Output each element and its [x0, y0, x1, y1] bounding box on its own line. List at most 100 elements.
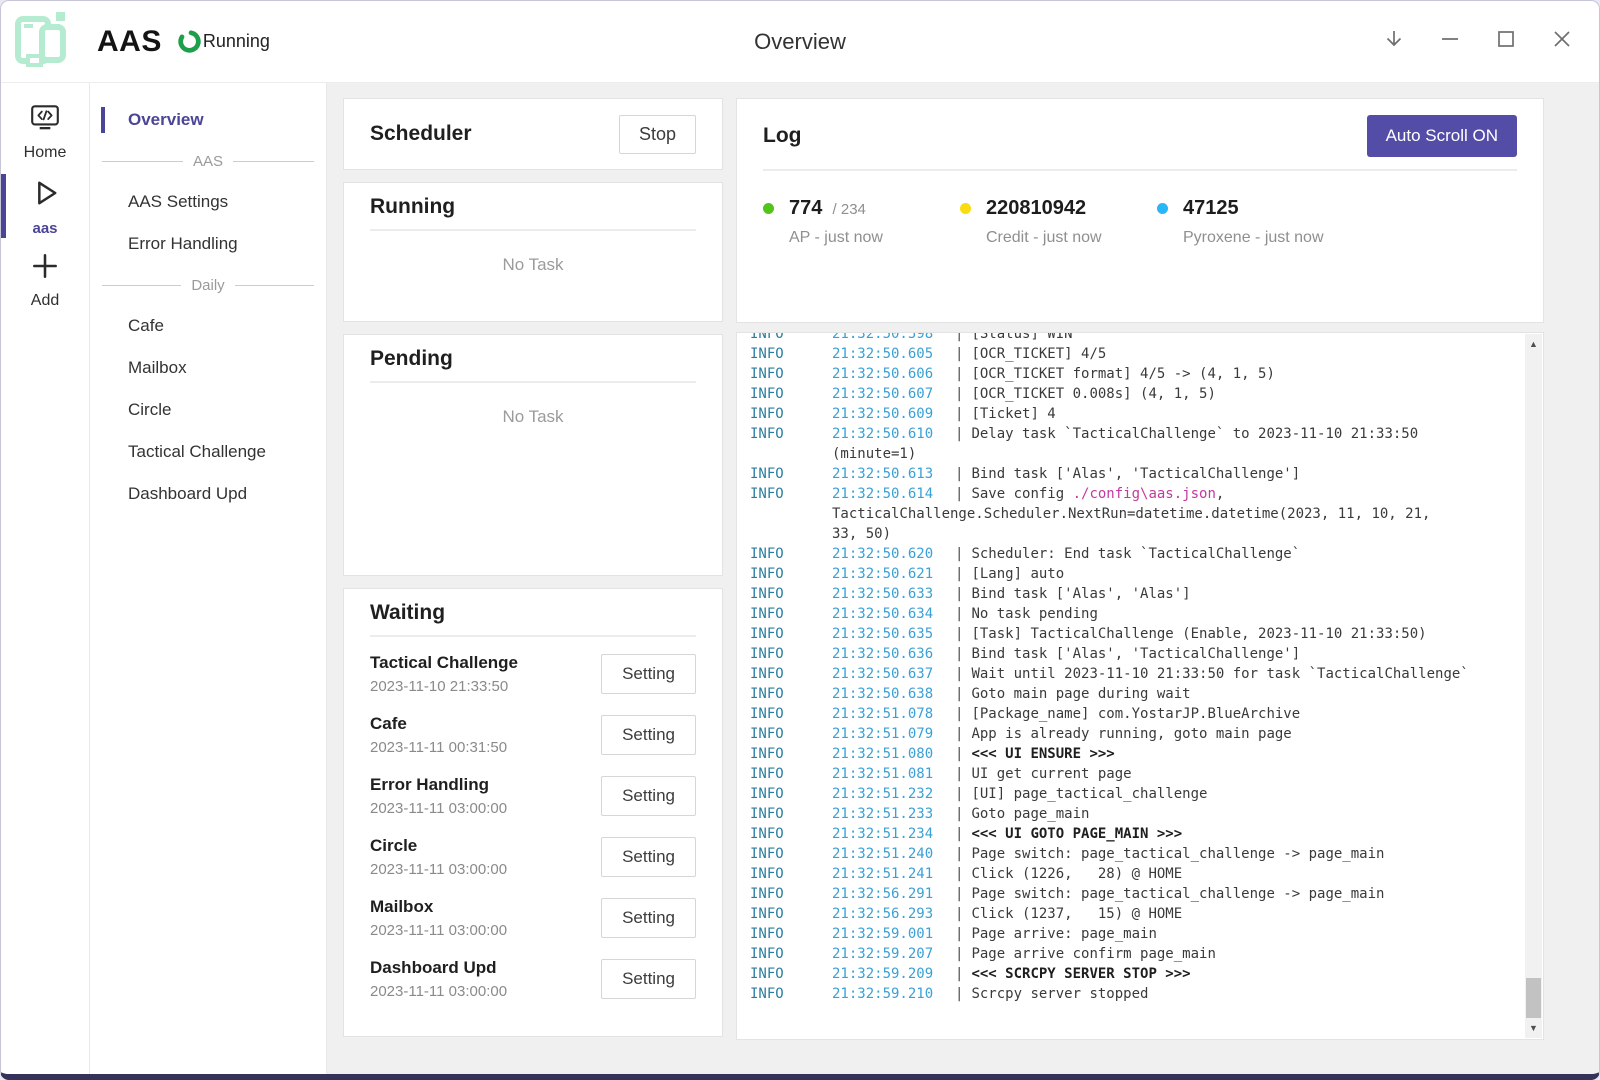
scheduler-title: Scheduler: [370, 122, 472, 146]
log-message: Delay task `TacticalChallenge` to 2023-1…: [971, 424, 1418, 444]
sidebar-item-circle[interactable]: Circle: [90, 389, 326, 431]
scrollbar-down-icon[interactable]: ▼: [1525, 1020, 1542, 1036]
log-level: INFO: [750, 604, 832, 624]
log-separator: |: [955, 864, 963, 884]
stat-dot: [960, 203, 971, 214]
waiting-task-row: Circle2023-11-11 03:00:00Setting: [370, 826, 696, 887]
log-line: INFO21:32:50.620|Scheduler: End task `Ta…: [750, 544, 1525, 564]
log-line: INFO21:32:50.605|[OCR_TICKET] 4/5: [750, 344, 1525, 364]
log-separator: |: [955, 332, 963, 344]
log-message: Scrcpy server stopped: [971, 984, 1148, 1004]
resource-stat: 47125Pyroxene - just now: [1157, 197, 1354, 247]
task-setting-button[interactable]: Setting: [601, 715, 696, 755]
close-button[interactable]: [1545, 25, 1579, 59]
sidebar-item-aas-settings[interactable]: AAS Settings: [90, 181, 326, 223]
home-icon: [29, 102, 61, 139]
sidebar-item-label: Mailbox: [128, 358, 187, 378]
minimize-button[interactable]: [1433, 25, 1467, 59]
sidebar-item-error-handling[interactable]: Error Handling: [90, 223, 326, 265]
log-separator: |: [955, 884, 963, 904]
log-message: [UI] page_tactical_challenge: [971, 784, 1207, 804]
resource-stat: 220810942Credit - just now: [960, 197, 1157, 247]
log-timestamp: 21:32:50.638: [832, 684, 955, 704]
title-bar: AAS Running Overview: [1, 1, 1599, 83]
update-button[interactable]: [1377, 25, 1411, 59]
log-message: Page switch: page_tactical_challenge -> …: [971, 844, 1384, 864]
log-line: INFO21:32:51.233|Goto page_main: [750, 804, 1525, 824]
log-line: INFO21:32:50.606|[OCR_TICKET format] 4/5…: [750, 364, 1525, 384]
waiting-task-row: Error Handling2023-11-11 03:00:00 Setting: [370, 765, 696, 826]
divider: [370, 635, 696, 637]
rail-item-home[interactable]: Home: [1, 95, 89, 169]
sidebar-item-dashboard-upd[interactable]: Dashboard Upd: [90, 473, 326, 515]
log-message: <<< SCRCPY SERVER STOP >>>: [971, 964, 1190, 984]
sidebar-item-mailbox[interactable]: Mailbox: [90, 347, 326, 389]
running-empty-text: No Task: [370, 255, 696, 275]
log-timestamp: 21:32:50.613: [832, 464, 955, 484]
log-line: INFO21:32:50.635|[Task] TacticalChalleng…: [750, 624, 1525, 644]
sidebar-item-label: Overview: [128, 110, 204, 130]
log-line: INFO21:32:50.614|Save config ./config\aa…: [750, 484, 1525, 504]
sidebar-section-label: AAS: [193, 153, 223, 170]
waiting-title: Waiting: [370, 601, 696, 625]
scheduler-status: Running: [176, 28, 270, 55]
log-level: INFO: [750, 884, 832, 904]
log-scrollbar[interactable]: ▲ ▼: [1525, 334, 1542, 1038]
stat-value: 774 / 234: [789, 197, 866, 220]
log-timestamp: 21:32:50.634: [832, 604, 955, 624]
task-setting-button[interactable]: Setting: [601, 959, 696, 999]
log-separator: |: [955, 364, 963, 384]
log-timestamp: 21:32:56.291: [832, 884, 955, 904]
scheduler-stop-button[interactable]: Stop: [619, 115, 696, 154]
log-timestamp: 21:32:50.636: [832, 644, 955, 664]
rail-item-label: aas: [32, 220, 57, 237]
nav-rail: Home aas Add: [1, 83, 90, 1074]
sidebar-item-tactical-challenge[interactable]: Tactical Challenge: [90, 431, 326, 473]
log-line: INFO21:32:59.210|Scrcpy server stopped: [750, 984, 1525, 1004]
log-timestamp: 21:32:51.232: [832, 784, 955, 804]
maximize-button[interactable]: [1489, 25, 1523, 59]
log-line: INFO21:32:50.637|Wait until 2023-11-10 2…: [750, 664, 1525, 684]
task-setting-button[interactable]: Setting: [601, 776, 696, 816]
task-info: Error Handling2023-11-11 03:00:00: [370, 775, 507, 817]
scrollbar-thumb[interactable]: [1526, 978, 1541, 1018]
log-console[interactable]: INFO21:32:50.598|[Status] WININFO21:32:5…: [736, 332, 1544, 1040]
task-setting-button[interactable]: Setting: [601, 654, 696, 694]
log-line: INFO21:32:51.234|<<< UI GOTO PAGE_MAIN >…: [750, 824, 1525, 844]
scrollbar-up-icon[interactable]: ▲: [1525, 336, 1542, 352]
arrow-down-icon: [1382, 27, 1406, 56]
auto-scroll-toggle[interactable]: Auto Scroll ON: [1367, 115, 1517, 157]
log-level: INFO: [750, 564, 832, 584]
log-line: INFO21:32:59.209|<<< SCRCPY SERVER STOP …: [750, 964, 1525, 984]
stat-value-row: 220810942: [960, 197, 1157, 220]
log-message: TacticalChallenge.Scheduler.NextRun=date…: [832, 504, 1430, 524]
log-separator: |: [955, 404, 963, 424]
task-setting-button[interactable]: Setting: [601, 898, 696, 938]
log-line: INFO21:32:50.636|Bind task ['Alas', 'Tac…: [750, 644, 1525, 664]
log-timestamp: 21:32:50.606: [832, 364, 955, 384]
stat-value: 220810942: [986, 197, 1086, 220]
sidebar-section-divider: Daily: [90, 265, 326, 305]
task-info: Cafe2023-11-11 00:31:50: [370, 714, 507, 756]
log-line: INFO21:32:56.293|Click (1237, 15) @ HOME: [750, 904, 1525, 924]
rail-item-add[interactable]: Add: [1, 243, 89, 317]
task-setting-button[interactable]: Setting: [601, 837, 696, 877]
log-message: [Task] TacticalChallenge (Enable, 2023-1…: [971, 624, 1426, 644]
log-separator: |: [955, 704, 963, 724]
log-separator: |: [955, 804, 963, 824]
log-timestamp: 21:32:51.079: [832, 724, 955, 744]
log-message: [Status] WIN: [971, 332, 1072, 344]
log-message: Page arrive confirm page_main: [971, 944, 1215, 964]
log-timestamp: 21:32:50.635: [832, 624, 955, 644]
task-next-run: 2023-11-11 03:00:00: [370, 800, 507, 817]
selected-indicator: [101, 107, 105, 133]
sidebar-item-cafe[interactable]: Cafe: [90, 305, 326, 347]
sidebar-section-label: Daily: [191, 277, 224, 294]
log-level: INFO: [750, 464, 832, 484]
plus-icon: [29, 250, 61, 287]
pending-empty-text: No Task: [370, 407, 696, 427]
rail-item-aas[interactable]: aas: [1, 169, 89, 243]
log-message: Save config ./config\aas.json,: [971, 484, 1224, 504]
stat-value-row: 774 / 234: [763, 197, 960, 220]
sidebar-item-overview[interactable]: Overview: [90, 99, 326, 141]
